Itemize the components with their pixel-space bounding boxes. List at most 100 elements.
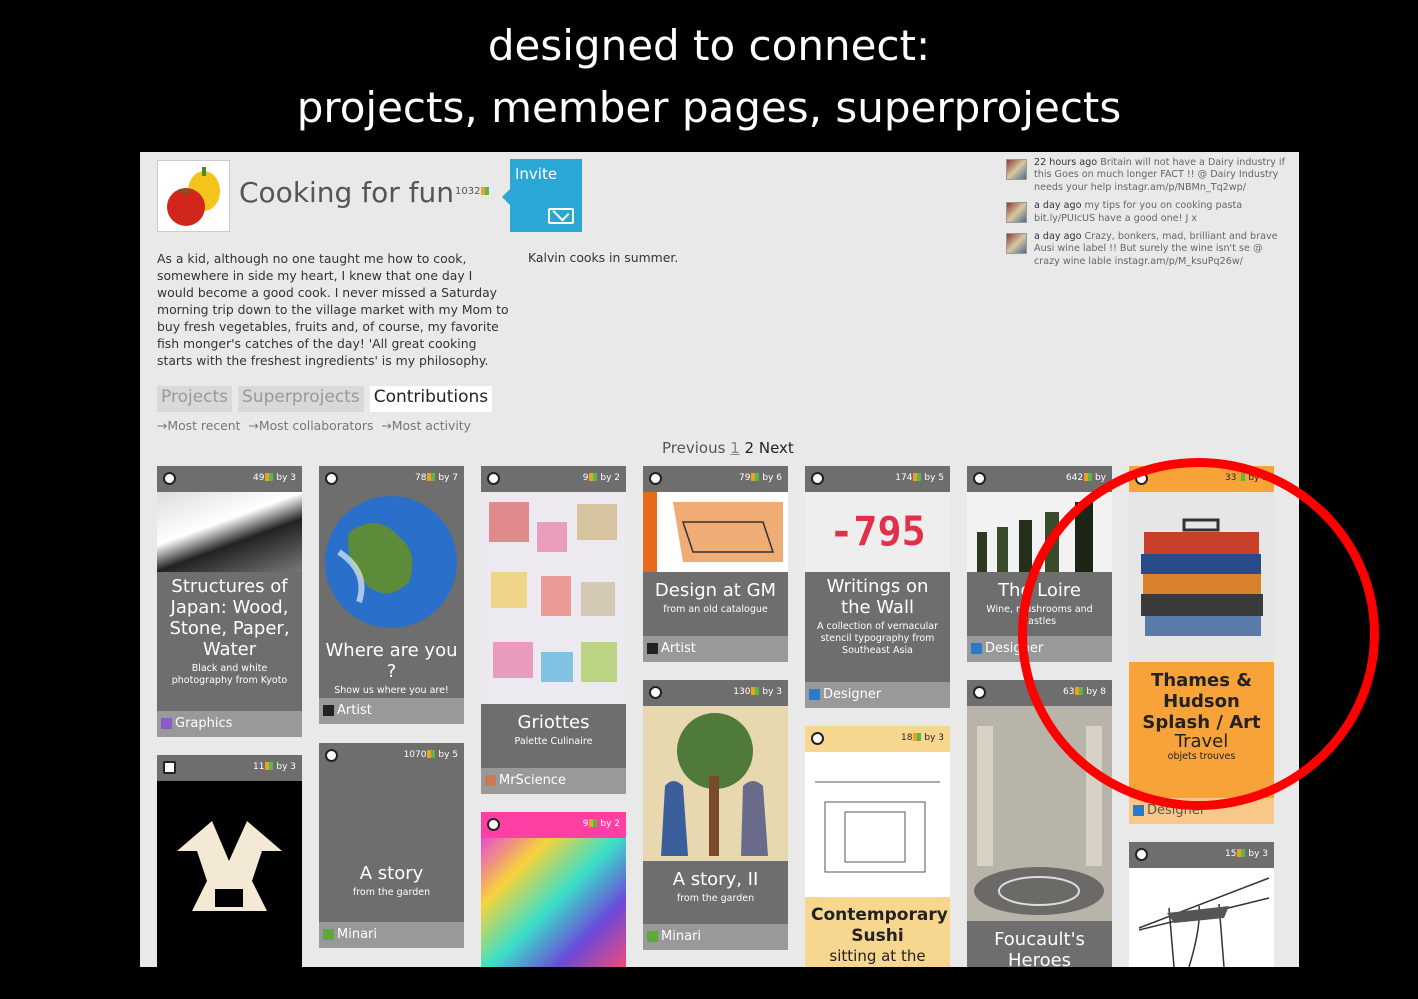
headline-line-2: projects, member pages, superprojects (296, 83, 1122, 132)
license-icon (649, 686, 662, 699)
tweet-time: a day ago (1034, 231, 1082, 243)
previous-link[interactable]: Previous (662, 439, 725, 457)
card-author[interactable]: Artist (643, 636, 788, 662)
license-icon (973, 686, 986, 699)
sort-most-activity[interactable]: →Most activity (381, 418, 471, 433)
card-title: Contemporary Sushi (811, 905, 948, 946)
colors-icon (751, 473, 760, 481)
license-icon (811, 732, 824, 745)
sort-most-recent[interactable]: →Most recent (157, 418, 241, 433)
invite-label: Invite (515, 165, 558, 183)
category-icon (161, 718, 172, 729)
tweet: a day ago my tips for you on cooking pas… (1006, 200, 1291, 225)
card-author[interactable]: Minari (643, 924, 788, 950)
colors-icon (481, 187, 490, 195)
card-subtitle: from the garden (676, 893, 755, 904)
card-title: Design at GM (654, 580, 777, 601)
envelope-icon (548, 208, 574, 224)
card-image (325, 496, 457, 628)
colors-icon (1084, 473, 1093, 481)
card-author[interactable]: Graphics (157, 711, 302, 737)
card-title: A story, II (672, 869, 759, 890)
card-subtitle: Show us where you are! (334, 685, 449, 696)
card-image: -795 (805, 492, 950, 572)
card-author[interactable]: MrScience (481, 768, 626, 794)
project-card[interactable]: 18 by 3 Contemporary Sushi sitting at th… (805, 726, 950, 967)
colors-icon (913, 473, 922, 481)
card-author[interactable]: Minari (319, 922, 464, 948)
card-image (177, 821, 282, 911)
colors-icon (427, 750, 436, 758)
tweet-time: 22 hours ago (1034, 157, 1098, 168)
highlight-circle (1018, 458, 1379, 810)
card-image (643, 706, 788, 861)
category-icon (971, 643, 982, 654)
project-card[interactable]: 79 by 6 Design at GM from an old catalog… (643, 466, 788, 662)
project-card[interactable]: 130 by 3 A story, II from the garden Min… (643, 680, 788, 950)
card-subtitle: Black and white photography from Kyoto (171, 663, 288, 686)
tweet: 22 hours ago Britain will not have a Dai… (1006, 157, 1291, 194)
project-card[interactable]: 9 by 2 (481, 812, 626, 967)
project-note: Kalvin cooks in summer. (528, 250, 679, 265)
license-icon (325, 749, 338, 762)
card-subtitle: from the garden (352, 887, 431, 898)
tab-projects[interactable]: Projects (157, 386, 233, 412)
project-card[interactable]: 174 by 5 -795 Writings on the Wall A col… (805, 466, 950, 708)
next-link[interactable]: Next (759, 439, 794, 457)
card-image (157, 492, 302, 572)
colors-icon (589, 819, 598, 827)
colors-icon (751, 687, 760, 695)
project-card[interactable]: 15 by 3 (1129, 842, 1274, 967)
project-card[interactable]: 78 by 7 Where are you ? Show us where yo… (319, 466, 464, 724)
project-card[interactable]: 11 by 3 (157, 755, 302, 967)
project-card[interactable]: 49 by 3 Structures of Japan: Wood, Stone… (157, 466, 302, 737)
tabs: Projects Superprojects Contributions (157, 386, 493, 412)
headline-line-1: designed to connect: (487, 21, 931, 70)
card-author[interactable]: Artist (319, 698, 464, 724)
license-icon (163, 472, 176, 485)
tweet-time: a day ago (1034, 200, 1082, 212)
user-icon (485, 775, 496, 786)
card-title: A story (359, 863, 424, 884)
card-author[interactable]: Designer (805, 682, 950, 708)
license-icon (487, 818, 500, 831)
project-title: Cooking for fun (239, 176, 454, 209)
user-icon (647, 931, 658, 942)
project-logo (157, 160, 230, 232)
colors-icon (1237, 849, 1246, 857)
license-icon (1135, 848, 1148, 861)
colors-icon (265, 473, 274, 481)
card-image (481, 838, 626, 967)
card-subtitle: sitting at the (829, 947, 926, 965)
page-1-link[interactable]: 1 (730, 439, 740, 457)
invite-button[interactable]: Invite (502, 159, 582, 232)
colors-icon (913, 733, 922, 741)
card-image (643, 492, 788, 572)
card-subtitle: A collection of vernacular stencil typog… (817, 621, 938, 656)
card-image (1129, 868, 1274, 967)
license-icon (649, 472, 662, 485)
tweet-feed: 22 hours ago Britain will not have a Dai… (1006, 157, 1291, 274)
project-card[interactable]: 1070 by 5 A story from the garden Minari (319, 743, 464, 948)
colors-icon (589, 473, 598, 481)
category-icon (809, 689, 820, 700)
card-image (805, 752, 950, 897)
avatar[interactable] (1006, 202, 1027, 224)
card-subtitle: from an old catalogue (663, 604, 768, 615)
avatar[interactable] (1006, 159, 1027, 180)
user-icon (323, 929, 334, 940)
tab-contributions[interactable]: Contributions (369, 386, 493, 412)
card-title: Writings on the Wall (826, 576, 929, 618)
sort-most-collaborators[interactable]: →Most collaborators (249, 418, 374, 433)
card-title: Where are you ? (325, 640, 458, 682)
card-title: Griottes (517, 712, 590, 733)
avatar[interactable] (1006, 233, 1027, 255)
tab-superprojects[interactable]: Superprojects (238, 386, 364, 412)
card-image (481, 492, 626, 704)
project-count: 1032 (455, 186, 490, 197)
license-icon (325, 472, 338, 485)
project-card[interactable]: 9 by 2 Griottes Palette Culinaire MrScie… (481, 466, 626, 794)
project-description: As a kid, although no one taught me how … (157, 251, 509, 368)
page-2-link[interactable]: 2 (745, 439, 755, 457)
card-title: Foucault's Heroes (994, 929, 1085, 967)
